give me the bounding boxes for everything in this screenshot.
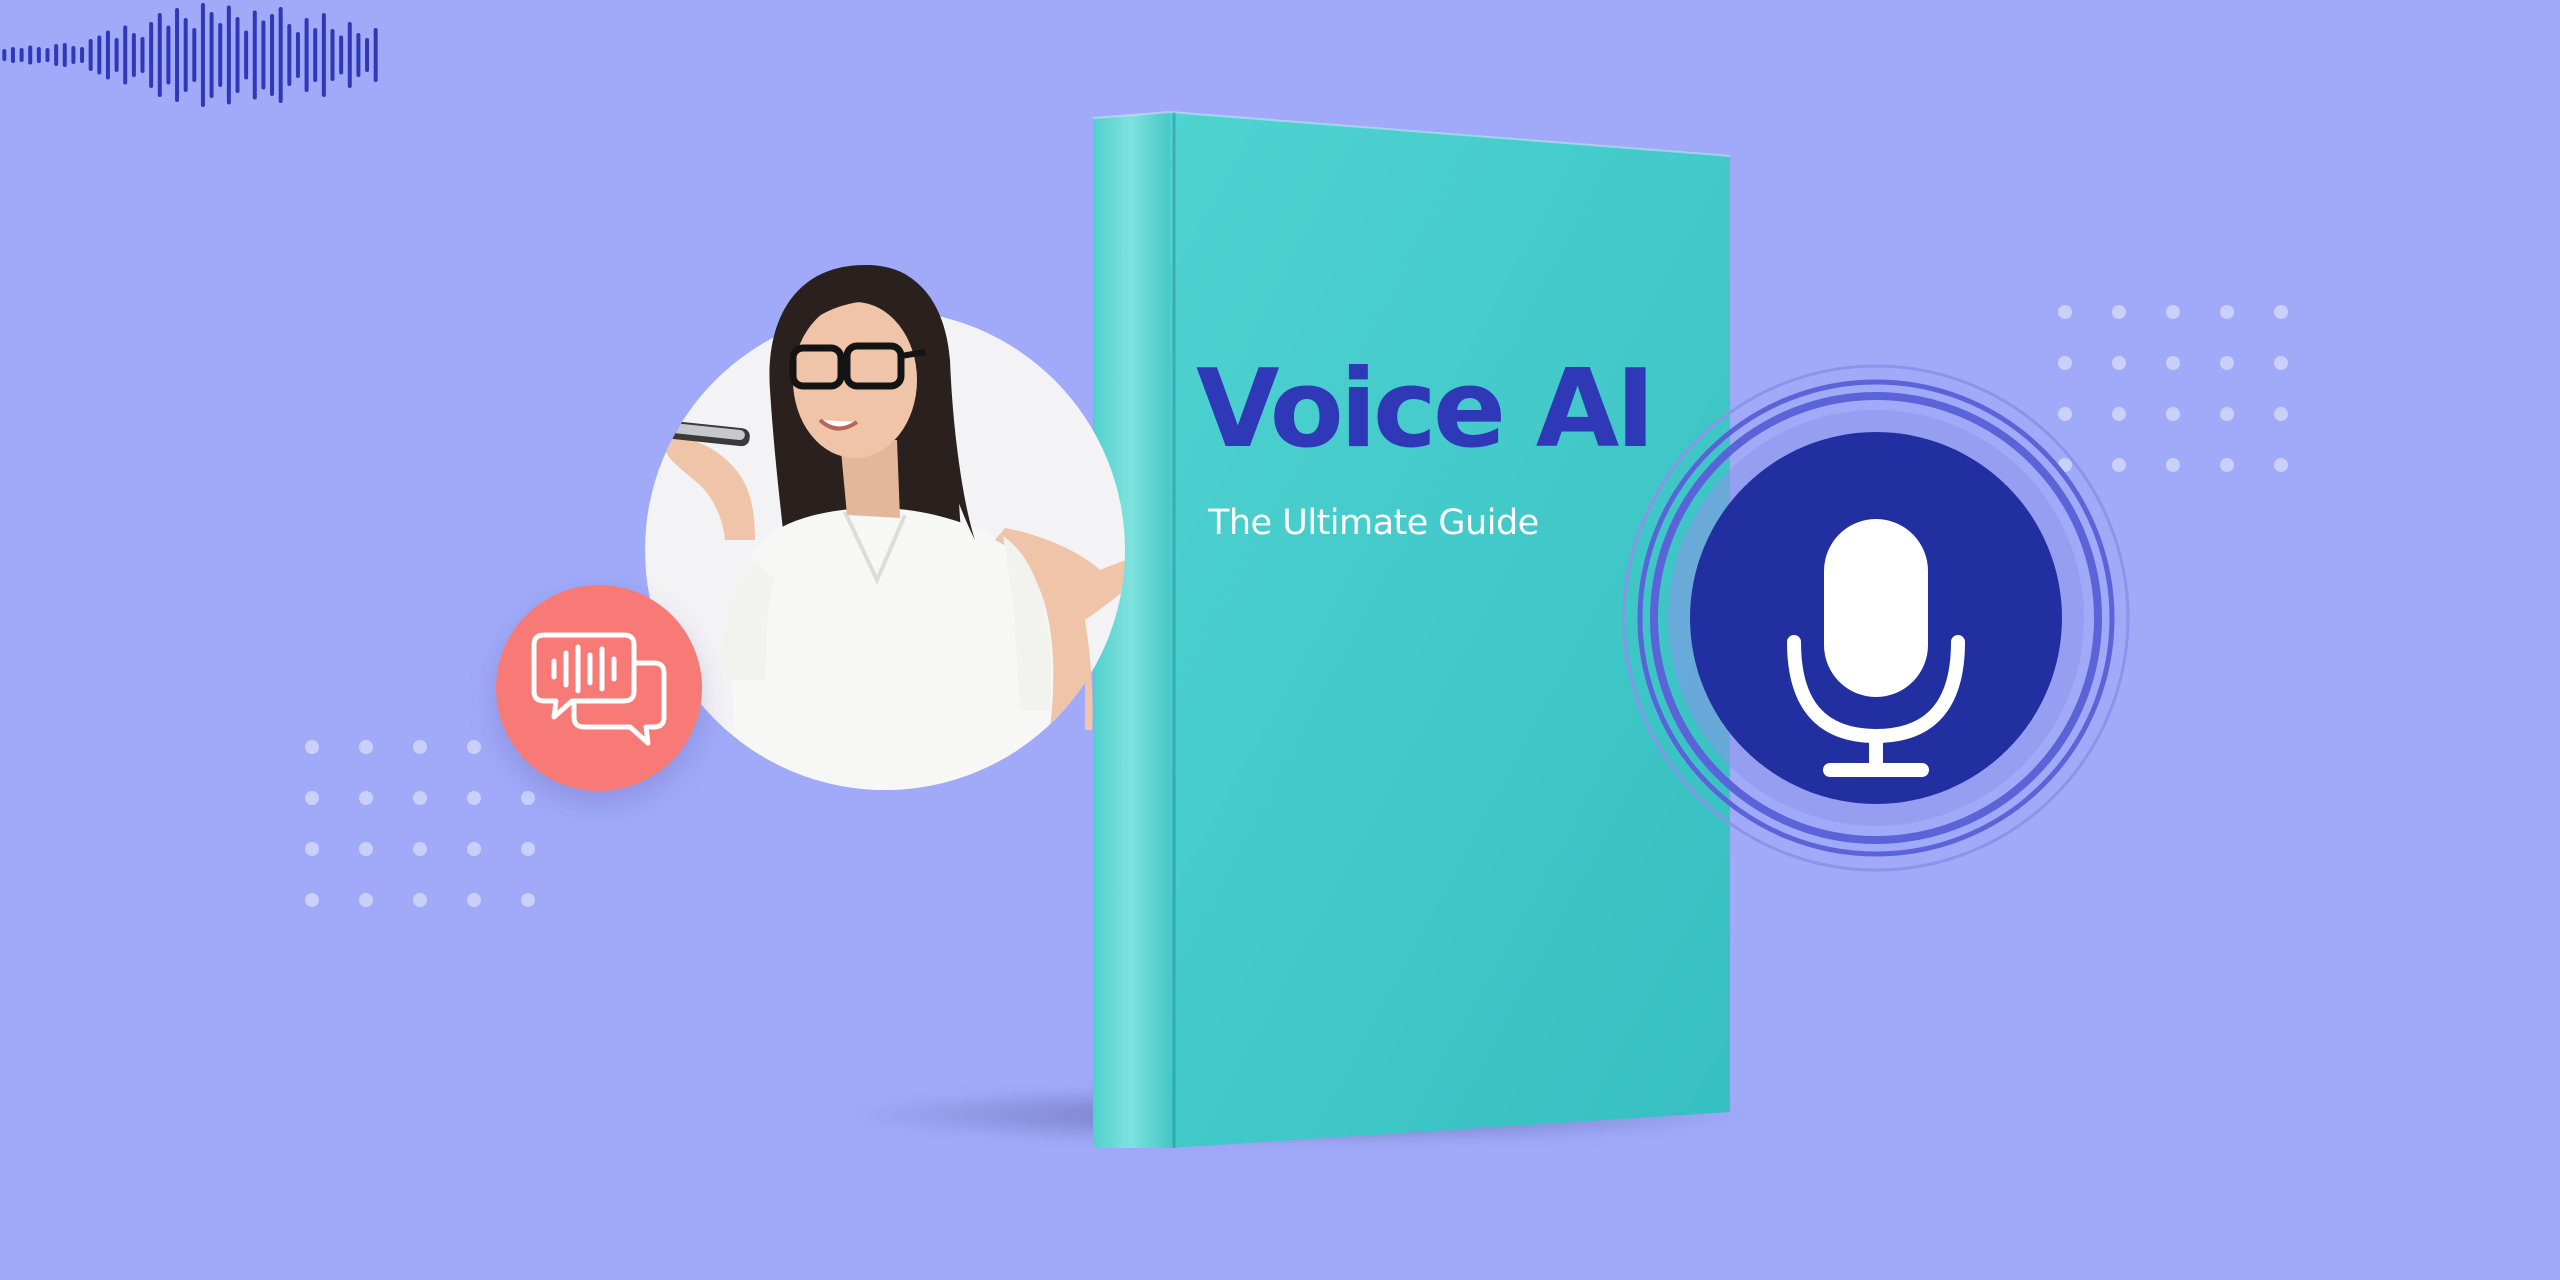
decor-dot xyxy=(2166,305,2180,319)
soundwave-icon xyxy=(2,3,378,107)
chat-soundwave-icon xyxy=(496,585,702,791)
decor-dot xyxy=(2220,407,2234,421)
decor-dot xyxy=(413,893,427,907)
decor-dot xyxy=(521,893,535,907)
decor-dot xyxy=(2220,356,2234,370)
decor-dot xyxy=(467,791,481,805)
woman-illustration xyxy=(645,265,1227,790)
decor-dot xyxy=(2274,305,2288,319)
book-shadow xyxy=(830,1085,1760,1145)
decor-dot xyxy=(467,740,481,754)
decor-dot xyxy=(2166,458,2180,472)
decor-dot xyxy=(305,893,319,907)
decor-dot xyxy=(2220,305,2234,319)
book-subtitle: The Ultimate Guide xyxy=(1208,503,1539,543)
decor-dot xyxy=(359,842,373,856)
microphone-icon xyxy=(1620,362,2132,874)
decor-dot xyxy=(2166,407,2180,421)
decor-dot xyxy=(2220,458,2234,472)
decor-dot xyxy=(2274,356,2288,370)
decor-dot xyxy=(305,740,319,754)
decor-dot xyxy=(467,893,481,907)
decor-dot xyxy=(2058,305,2072,319)
decor-dot xyxy=(521,842,535,856)
decor-dot xyxy=(359,893,373,907)
decor-dot xyxy=(359,740,373,754)
decor-dot xyxy=(413,842,427,856)
decor-dot xyxy=(413,791,427,805)
decor-dot xyxy=(521,791,535,805)
decor-dot xyxy=(413,740,427,754)
decor-dot xyxy=(2112,305,2126,319)
decor-dot xyxy=(2274,407,2288,421)
decor-dot xyxy=(305,842,319,856)
decor-dot xyxy=(2274,458,2288,472)
decor-dot xyxy=(359,791,373,805)
decor-dot xyxy=(305,791,319,805)
speaker-photo xyxy=(645,265,1227,790)
decor-dot xyxy=(2166,356,2180,370)
hero-banner: Voice AI The Ultimate Guide xyxy=(0,0,2560,1280)
book-title: Voice AI xyxy=(1196,347,1656,472)
decor-dot xyxy=(467,842,481,856)
